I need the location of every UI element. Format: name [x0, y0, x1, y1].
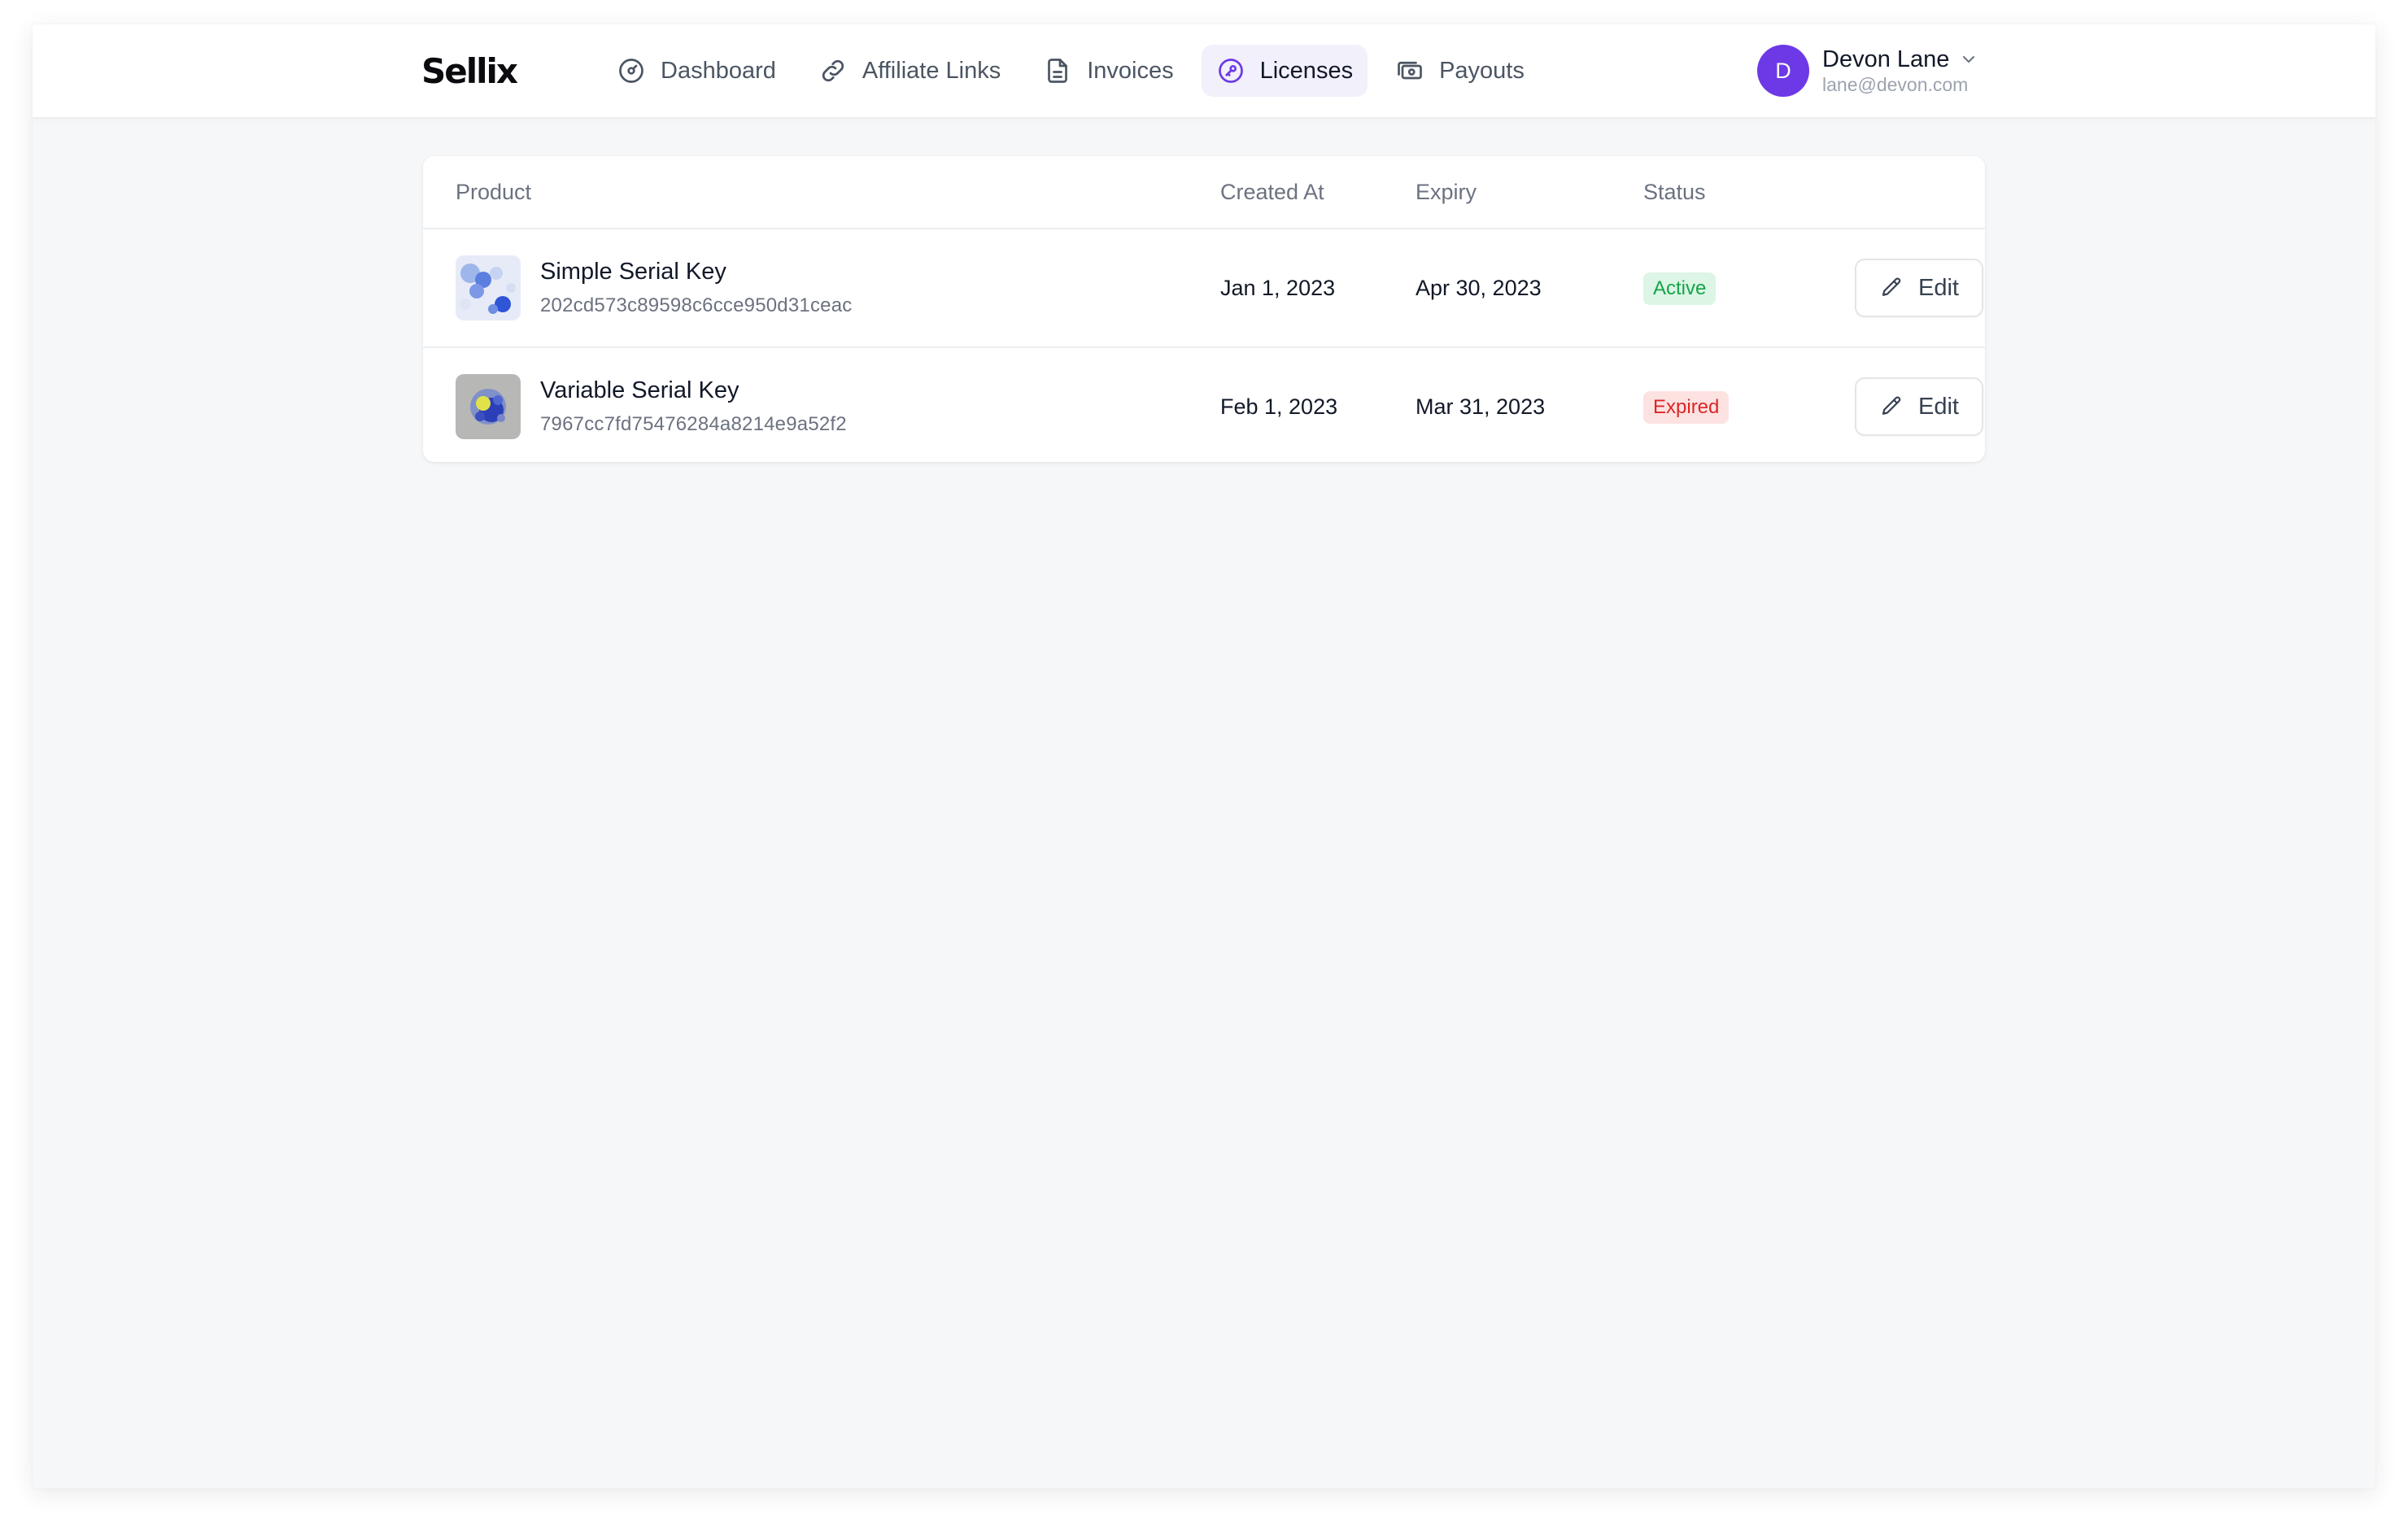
product-image-icon — [456, 255, 521, 320]
nav-label: Dashboard — [661, 57, 776, 84]
key-icon — [1216, 56, 1245, 85]
nav-item-affiliate-links[interactable]: Affiliate Links — [804, 45, 1015, 97]
user-email: lane@devon.com — [1822, 74, 1969, 95]
edit-button[interactable]: Edit — [1855, 259, 1983, 317]
edit-label: Edit — [1918, 274, 1959, 301]
license-key: 7967cc7fd75476284a8214e9a52f2 — [540, 413, 847, 435]
status-badge: Expired — [1643, 391, 1730, 424]
created-at: Feb 1, 2023 — [1220, 394, 1338, 419]
user-name-row: Devon Lane — [1822, 46, 1978, 73]
product-thumbnail — [456, 374, 521, 439]
user-info: Devon Lane lane@devon.com — [1822, 46, 1978, 96]
created-at: Jan 1, 2023 — [1220, 276, 1336, 300]
expiry-date: Apr 30, 2023 — [1416, 276, 1542, 300]
edit-button[interactable]: Edit — [1855, 377, 1983, 436]
product-image-icon — [456, 374, 521, 439]
column-header-product: Product — [456, 180, 532, 204]
column-header-created-at: Created At — [1220, 180, 1324, 204]
license-key: 202cd573c89598c6cce950d31ceac — [540, 294, 853, 316]
product-name[interactable]: Simple Serial Key — [540, 259, 726, 285]
avatar: D — [1757, 45, 1809, 97]
link-icon — [818, 56, 848, 85]
column-header-status: Status — [1643, 180, 1706, 204]
table-row[interactable]: Simple Serial Key 202cd573c89598c6cce950… — [423, 229, 1985, 346]
nav-item-payouts[interactable]: Payouts — [1381, 45, 1539, 97]
nav-label: Payouts — [1439, 57, 1525, 84]
table-row[interactable]: Variable Serial Key 7967cc7fd75476284a82… — [423, 346, 1985, 462]
nav-label: Invoices — [1087, 57, 1174, 84]
chevron-down-icon[interactable] — [1959, 50, 1978, 69]
user-name: Devon Lane — [1822, 46, 1950, 72]
nav-label: Licenses — [1259, 57, 1354, 84]
document-icon — [1043, 56, 1072, 85]
nav-item-invoices[interactable]: Invoices — [1028, 45, 1188, 97]
status-badge: Active — [1643, 272, 1717, 305]
edit-label: Edit — [1918, 393, 1959, 420]
sellix-logo[interactable]: Sellix — [421, 47, 518, 96]
product-name[interactable]: Variable Serial Key — [540, 377, 739, 404]
nav-item-dashboard[interactable]: Dashboard — [602, 45, 791, 97]
app-window: Sellix Dashboard Affiliate Links Invoice… — [33, 24, 2375, 1488]
licenses-table: Product Created At Expiry Status Simple … — [423, 156, 1985, 462]
table-header: Product Created At Expiry Status — [423, 156, 1985, 229]
nav-item-licenses[interactable]: Licenses — [1201, 45, 1368, 97]
user-menu[interactable]: D Devon Lane lane@devon.com — [1757, 44, 1978, 98]
nav-label: Affiliate Links — [862, 57, 1001, 84]
cash-icon — [1395, 56, 1424, 85]
top-navbar: Sellix Dashboard Affiliate Links Invoice… — [33, 24, 2375, 119]
product-thumbnail — [456, 255, 521, 320]
expiry-date: Mar 31, 2023 — [1416, 394, 1546, 419]
dashboard-gauge-icon — [617, 56, 646, 85]
column-header-expiry: Expiry — [1416, 180, 1477, 204]
pencil-icon — [1879, 394, 1904, 419]
pencil-icon — [1879, 276, 1904, 300]
main-nav: Dashboard Affiliate Links Invoices Licen… — [602, 44, 1539, 98]
